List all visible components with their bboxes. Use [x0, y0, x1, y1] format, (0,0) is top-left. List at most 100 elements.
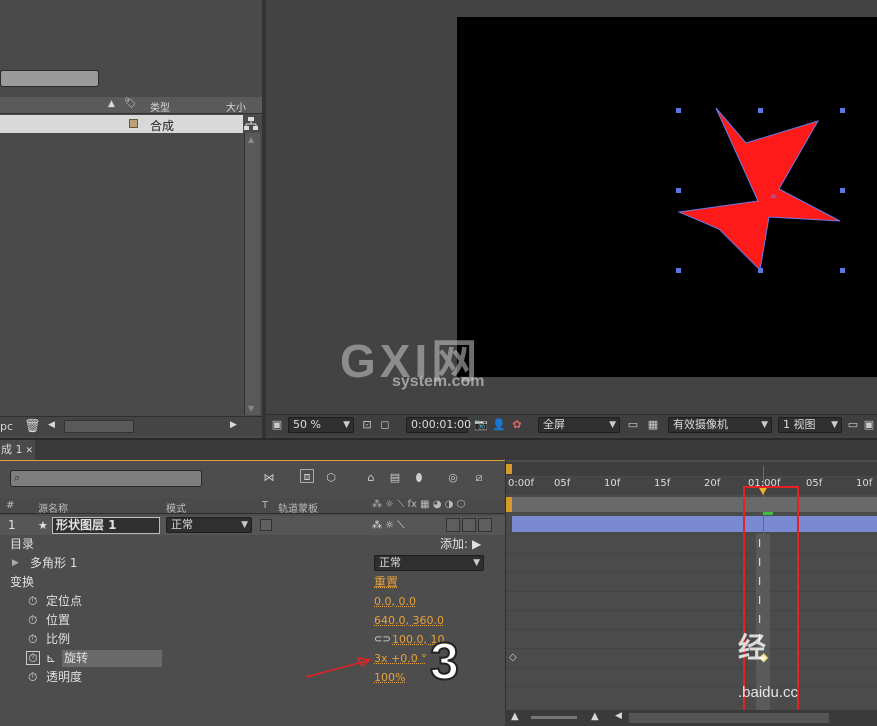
work-area-bar[interactable] [506, 497, 877, 512]
layer-switches[interactable]: ⁂ ☼ ⟍ [372, 516, 404, 535]
project-item-row[interactable] [0, 115, 243, 133]
source-name-column-header[interactable]: 源名称 [38, 500, 68, 515]
project-vertical-scrollbar[interactable]: ▲ ▼ [244, 133, 260, 415]
stopwatch-icon[interactable]: ⏱ [28, 630, 37, 649]
stopwatch-icon[interactable]: ⏱ [28, 611, 37, 630]
property-row[interactable]: ⏱ 定位点 0.0, 0.0 [0, 592, 505, 611]
t-column-header: T [262, 500, 269, 511]
layer-switch-box[interactable] [462, 518, 476, 532]
bounding-handle[interactable] [676, 268, 681, 273]
anchor-point-icon[interactable]: ⌖ [770, 189, 777, 204]
more-icon[interactable]: ▣ [862, 418, 876, 432]
bounding-handle[interactable] [840, 108, 845, 113]
layer-name-field[interactable]: 形状图层 1 [52, 517, 160, 534]
snapshot-icon[interactable]: 📷 [474, 418, 488, 432]
scroll-left-icon[interactable]: ◀ [615, 711, 622, 721]
star-shape[interactable] [457, 17, 877, 377]
bounding-handle[interactable] [758, 268, 763, 273]
time-ruler[interactable]: 0:00f 05f 10f 15f 20f 01:00f 05f 10f [506, 477, 877, 495]
zoom-in-icon[interactable]: ▲ [591, 711, 599, 722]
safe-margins-icon[interactable]: ◻ [378, 418, 392, 432]
type-column-header[interactable]: 类型 [150, 99, 170, 114]
preserve-transparency-checkbox[interactable] [260, 519, 272, 531]
timecode-field[interactable]: 0:00:01:00 [406, 417, 471, 433]
scroll-up-icon[interactable]: ▲ [248, 135, 254, 144]
flowchart-icon[interactable] [243, 116, 259, 132]
layer-row[interactable]: 1 ★ 形状图层 1 正常 ▼ ⁂ ☼ ⟍ [0, 516, 505, 535]
resolution-dropdown[interactable]: 全屏 ▼ [538, 417, 620, 433]
brainstorm-icon[interactable]: ⬮ [412, 471, 426, 485]
contents-row[interactable]: 目录 添加: ▶ [0, 535, 505, 554]
show-snapshot-icon[interactable]: 👤 [492, 418, 506, 432]
expand-triangle-icon[interactable]: ▶ [12, 554, 19, 573]
bounding-handle[interactable] [840, 268, 845, 273]
tab-composition[interactable]: 成 1 ✕ [0, 440, 35, 460]
label-tag-icon[interactable]: 🏷 [124, 98, 137, 109]
scroll-down-icon[interactable]: ▼ [248, 404, 254, 413]
always-preview-icon[interactable]: ▣ [270, 418, 284, 432]
property-value[interactable]: 0.0, 0.0 [374, 592, 416, 611]
track-matte-column-header[interactable]: 轨道蒙板 [278, 500, 318, 515]
bounding-handle[interactable] [840, 188, 845, 193]
bpc-label[interactable]: pc [0, 420, 13, 433]
stopwatch-active-icon[interactable]: ⏱ [26, 651, 40, 665]
live-update-icon[interactable]: ⋈ [262, 471, 276, 485]
composition-canvas[interactable]: ⌖ [457, 17, 877, 377]
hide-shy-icon[interactable]: ⬡ [324, 471, 338, 485]
polygon-label: 多角形 1 [30, 556, 78, 570]
scroll-left-icon[interactable]: ◀ [48, 420, 55, 430]
fit-icon[interactable]: ⊡ [360, 418, 374, 432]
property-row[interactable]: ⏱ 位置 640.0, 360.0 [0, 611, 505, 630]
camera-dropdown[interactable]: 有效摄像机 ▼ [668, 417, 772, 433]
layer-duration-bar[interactable] [512, 516, 877, 532]
navigator-start-handle[interactable] [506, 464, 512, 474]
baidu-domain: .baidu.cc [738, 684, 799, 701]
label-color-swatch[interactable] [129, 119, 138, 128]
channel-icon[interactable]: ✿ [510, 418, 524, 432]
size-column-header[interactable]: 大小 [226, 99, 246, 114]
timeline-search-input[interactable]: ⌕ [10, 470, 202, 487]
add-menu-icon[interactable]: ▶ [472, 535, 481, 554]
roi-icon[interactable]: ▭ [626, 418, 640, 432]
time-navigator[interactable] [506, 462, 877, 476]
transparency-grid-icon[interactable]: ▦ [646, 418, 660, 432]
layer-mode-dropdown[interactable]: 正常 ▼ [166, 517, 252, 533]
polygon-mode-dropdown[interactable]: 正常 ▼ [374, 555, 484, 571]
scroll-right-icon[interactable]: ▶ [230, 420, 237, 430]
mode-column-header[interactable]: 模式 [166, 500, 186, 515]
polygon-row[interactable]: ▶ 多角形 1 正常 ▼ [0, 554, 505, 573]
bounding-handle[interactable] [758, 108, 763, 113]
layer-switch-box[interactable] [478, 518, 492, 532]
property-value[interactable]: 640.0, 360.0 [374, 611, 444, 630]
frame-blend-icon[interactable]: ⌂ [364, 471, 378, 485]
toggle-pixel-icon[interactable]: ▭ [846, 418, 860, 432]
bounding-handle[interactable] [676, 188, 681, 193]
trash-icon[interactable]: 🗑 [24, 419, 41, 434]
rotation-value[interactable]: 3x +0.0 ° [374, 649, 427, 668]
bounding-handle[interactable] [676, 108, 681, 113]
keyframe-graph-icon[interactable]: ⧄ [472, 471, 486, 485]
layer-switch-box[interactable] [446, 518, 460, 532]
transform-row[interactable]: 变换 重置 [0, 573, 505, 592]
project-horizontal-scroll-thumb[interactable] [64, 420, 134, 433]
zoom-slider[interactable] [531, 716, 577, 719]
close-icon[interactable]: ✕ [26, 446, 34, 456]
timeline-scroll-thumb[interactable] [629, 713, 829, 723]
draft-3d-icon[interactable]: ⧈ [300, 469, 314, 483]
zoom-dropdown[interactable]: 50 % ▼ [288, 417, 354, 433]
sort-arrow-icon[interactable]: ▲ [108, 99, 115, 109]
zoom-out-icon[interactable]: ▲ [511, 711, 519, 722]
add-label[interactable]: 添加: [440, 535, 468, 554]
graph-icon[interactable]: ⊾ [46, 649, 56, 668]
stopwatch-icon[interactable]: ⏱ [28, 668, 37, 687]
motion-blur-icon[interactable]: ▤ [388, 471, 402, 485]
timeline-zoom-bar[interactable]: ▲ ▲ ◀ [505, 710, 877, 726]
views-dropdown[interactable]: 1 视图 ▼ [778, 417, 842, 433]
project-search-input[interactable] [0, 70, 99, 87]
constrain-link-icon[interactable]: ⊂⊃ [374, 630, 391, 649]
reset-link[interactable]: 重置 [374, 573, 398, 592]
graph-editor-icon[interactable]: ◎ [446, 471, 460, 485]
work-area-start[interactable] [506, 497, 512, 512]
stopwatch-icon[interactable]: ⏱ [28, 592, 37, 611]
keyframe-icon[interactable]: ◇ [509, 652, 517, 663]
